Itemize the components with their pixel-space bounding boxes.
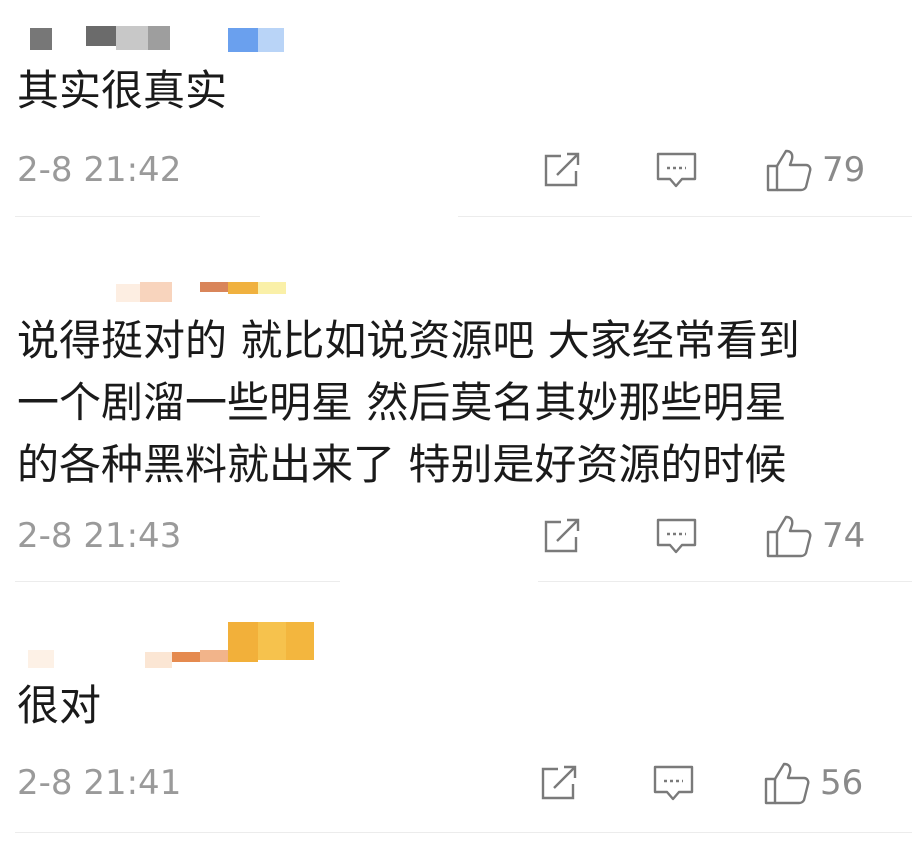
reply-icon bbox=[656, 518, 697, 554]
divider bbox=[15, 581, 340, 582]
reply-icon bbox=[656, 152, 697, 188]
username-redacted[interactable] bbox=[0, 620, 320, 668]
like-count: 56 bbox=[820, 763, 864, 803]
thumbs-up-icon bbox=[766, 515, 812, 558]
username-redacted[interactable] bbox=[0, 20, 320, 60]
share-button[interactable] bbox=[541, 150, 583, 190]
comment-text: 很对 bbox=[17, 681, 102, 730]
like-button[interactable]: 56 bbox=[764, 762, 864, 805]
like-count: 74 bbox=[822, 516, 866, 556]
divider bbox=[15, 216, 260, 217]
share-icon bbox=[541, 765, 577, 800]
comment-timestamp: 2-8 21:43 bbox=[17, 516, 182, 556]
like-count: 79 bbox=[822, 150, 866, 190]
share-icon bbox=[544, 152, 580, 187]
share-icon bbox=[544, 518, 580, 553]
thumbs-up-icon bbox=[766, 149, 812, 192]
like-button[interactable]: 79 bbox=[766, 149, 866, 192]
divider bbox=[458, 216, 912, 217]
divider bbox=[538, 581, 912, 582]
divider bbox=[15, 832, 912, 833]
reply-icon bbox=[653, 765, 694, 801]
comment-timestamp: 2-8 21:42 bbox=[17, 150, 182, 190]
like-button[interactable]: 74 bbox=[766, 515, 866, 558]
thumbs-up-icon bbox=[764, 762, 810, 805]
comment-meta: 2-8 21:41 56 bbox=[0, 762, 912, 805]
comment-text: 其实很真实 bbox=[17, 66, 228, 115]
comment-text: 说得挺对的 就比如说资源吧 大家经常看到 一个剧溜一些明星 然后莫名其妙那些明星… bbox=[17, 316, 800, 489]
comment-meta: 2-8 21:42 79 bbox=[0, 149, 912, 192]
comment-timestamp: 2-8 21:41 bbox=[17, 763, 182, 803]
reply-button[interactable] bbox=[655, 516, 699, 556]
share-button[interactable] bbox=[541, 516, 583, 556]
reply-button[interactable] bbox=[655, 150, 699, 190]
comment-meta: 2-8 21:43 74 bbox=[0, 515, 912, 558]
share-button[interactable] bbox=[538, 763, 580, 803]
reply-button[interactable] bbox=[652, 763, 696, 803]
